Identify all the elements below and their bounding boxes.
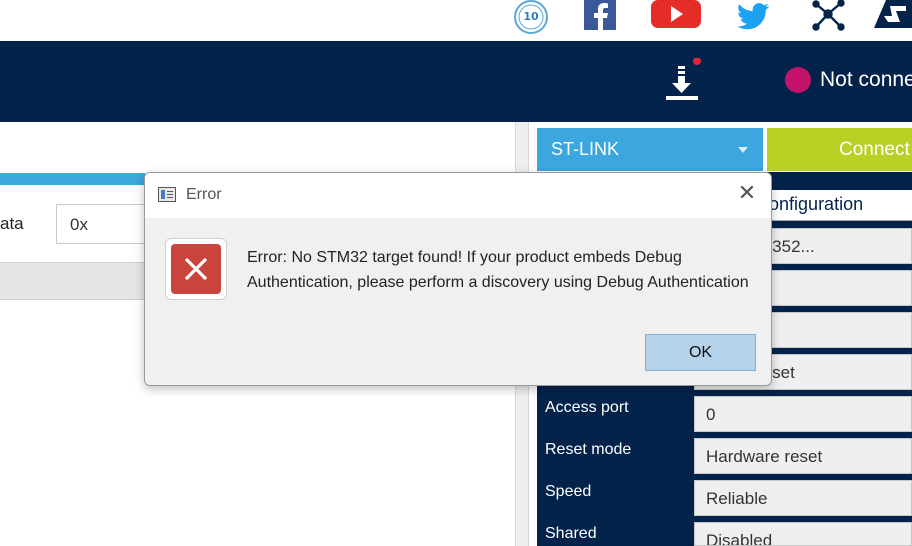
- download-icon[interactable]: [662, 57, 702, 104]
- window-icon: [158, 187, 176, 202]
- error-icon: [171, 244, 221, 294]
- ok-button[interactable]: OK: [645, 334, 756, 371]
- speed-select[interactable]: Reliable: [694, 480, 912, 516]
- social-bar: 10: [0, 0, 912, 41]
- reset-mode-label: Reset mode: [545, 441, 632, 458]
- config-title: ST-LINK configuration: [771, 192, 912, 218]
- data-label: ata: [0, 214, 24, 233]
- access-port-label: Access port: [545, 399, 629, 416]
- access-port-select[interactable]: 0: [694, 396, 912, 432]
- connection-status-indicator: [785, 67, 811, 93]
- ten-years-badge-icon[interactable]: 10: [506, 0, 556, 36]
- speed-label: Speed: [545, 483, 592, 500]
- close-icon[interactable]: ✕: [735, 182, 759, 206]
- network-icon[interactable]: [806, 0, 850, 36]
- error-dialog: Error ✕ Error: No STM32 target found! If…: [144, 172, 772, 386]
- shared-select[interactable]: Disabled: [694, 522, 912, 546]
- twitter-icon[interactable]: [734, 0, 774, 36]
- youtube-icon[interactable]: [648, 0, 704, 36]
- probe-select[interactable]: ST-LINK: [537, 128, 763, 171]
- dialog-title: Error: [186, 186, 222, 203]
- shared-label: Shared: [545, 525, 597, 542]
- connection-status-text: Not connected: [820, 68, 912, 91]
- memory-tab-strip: [0, 173, 145, 185]
- data-input[interactable]: 0x: [56, 204, 148, 244]
- memory-toolbar: [0, 262, 145, 300]
- st-logo-icon[interactable]: [868, 0, 912, 36]
- connect-button[interactable]: Connect: [767, 128, 912, 171]
- dialog-titlebar[interactable]: Error ✕: [145, 173, 771, 218]
- chevron-down-icon[interactable]: [738, 147, 748, 153]
- badge-text: 10: [523, 10, 539, 23]
- dialog-message: Error: No STM32 target found! If your pr…: [247, 249, 749, 291]
- reset-mode-select[interactable]: Hardware reset: [694, 438, 912, 474]
- facebook-icon[interactable]: [580, 0, 620, 36]
- app-header: [0, 41, 912, 122]
